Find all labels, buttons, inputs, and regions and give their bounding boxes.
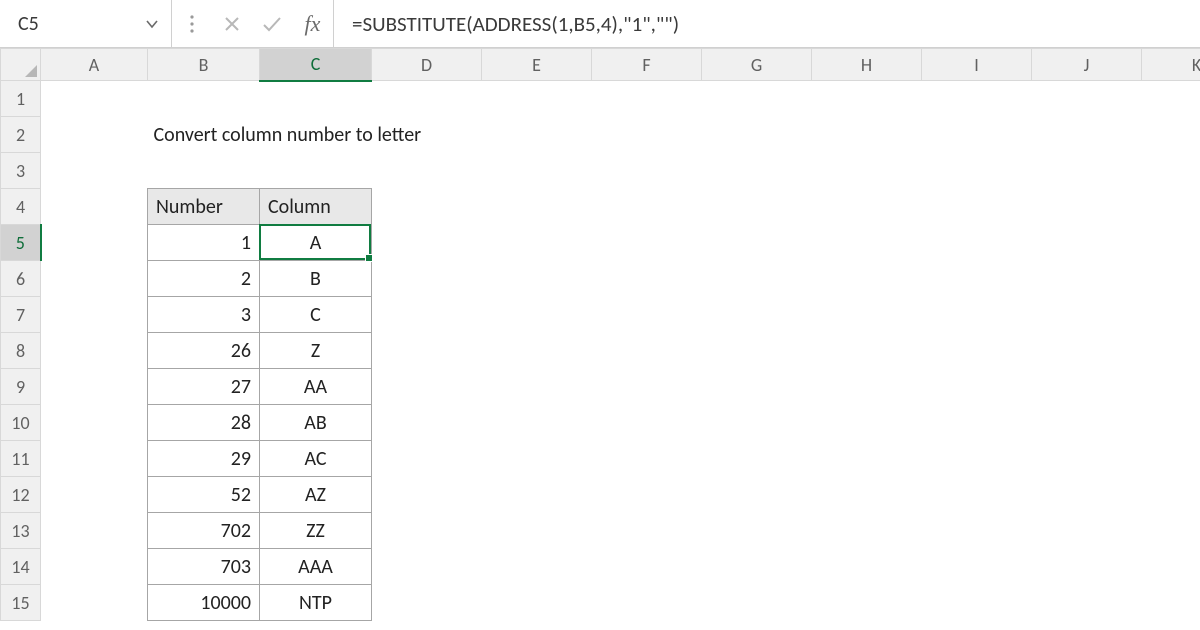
name-box-value: C5: [18, 12, 143, 36]
table-row[interactable]: Z: [260, 333, 372, 369]
col-hdr-C[interactable]: C: [260, 49, 372, 81]
table-row[interactable]: B: [260, 261, 372, 297]
cell[interactable]: [592, 117, 1200, 153]
active-cell[interactable]: A: [260, 225, 372, 261]
cell[interactable]: [41, 117, 148, 153]
spreadsheet-grid[interactable]: A B C D E F G H I J K 1 2 Convert column: [0, 48, 1200, 621]
name-box[interactable]: C5: [0, 0, 172, 47]
table-row[interactable]: AB: [260, 405, 372, 441]
table-row[interactable]: 3: [148, 297, 260, 333]
cell[interactable]: [41, 297, 148, 333]
cell[interactable]: [372, 549, 1200, 585]
table-row[interactable]: 26: [148, 333, 260, 369]
formula-text: =SUBSTITUTE(ADDRESS(1,B5,4),"1",""): [352, 11, 679, 37]
cell[interactable]: [41, 441, 148, 477]
row-hdr-2[interactable]: 2: [1, 117, 41, 153]
row-hdr-13[interactable]: 13: [1, 513, 41, 549]
cell[interactable]: [372, 369, 1200, 405]
table-row[interactable]: AA: [260, 369, 372, 405]
col-hdr-A[interactable]: A: [41, 49, 148, 81]
row-hdr-8[interactable]: 8: [1, 333, 41, 369]
table-row[interactable]: 10000: [148, 585, 260, 621]
more-icon[interactable]: [172, 0, 212, 47]
cell[interactable]: [41, 585, 148, 621]
column-header-row: A B C D E F G H I J K: [1, 49, 1200, 81]
cell[interactable]: [41, 333, 148, 369]
row-hdr-7[interactable]: 7: [1, 297, 41, 333]
table-row[interactable]: 52: [148, 477, 260, 513]
cell[interactable]: [372, 477, 1200, 513]
col-hdr-K[interactable]: K: [1142, 49, 1200, 81]
cell[interactable]: [41, 225, 148, 261]
col-hdr-B[interactable]: B: [148, 49, 260, 81]
table-row[interactable]: 27: [148, 369, 260, 405]
row-hdr-1[interactable]: 1: [1, 81, 41, 117]
row-hdr-3[interactable]: 3: [1, 153, 41, 189]
cell[interactable]: [372, 189, 1200, 225]
cancel-icon[interactable]: [212, 0, 252, 47]
cell[interactable]: [41, 153, 1200, 189]
table-row[interactable]: 702: [148, 513, 260, 549]
formula-bar: C5 fx =SUBSTITUTE(ADDRESS(1,B5,4),"1",""…: [0, 0, 1200, 48]
row-hdr-12[interactable]: 12: [1, 477, 41, 513]
cell[interactable]: [372, 513, 1200, 549]
cell[interactable]: [372, 297, 1200, 333]
table-row[interactable]: C: [260, 297, 372, 333]
col-hdr-I[interactable]: I: [922, 49, 1032, 81]
table-row[interactable]: 703: [148, 549, 260, 585]
row-hdr-4[interactable]: 4: [1, 189, 41, 225]
cell[interactable]: [372, 441, 1200, 477]
col-hdr-J[interactable]: J: [1032, 49, 1142, 81]
row-hdr-15[interactable]: 15: [1, 585, 41, 621]
table-row[interactable]: ZZ: [260, 513, 372, 549]
cell[interactable]: [41, 549, 148, 585]
table-row[interactable]: AAA: [260, 549, 372, 585]
page-title[interactable]: Convert column number to letter: [148, 117, 592, 153]
insert-function-button[interactable]: fx: [292, 0, 334, 47]
col-hdr-F[interactable]: F: [592, 49, 702, 81]
row-hdr-9[interactable]: 9: [1, 369, 41, 405]
row-hdr-14[interactable]: 14: [1, 549, 41, 585]
table-header-column[interactable]: Column: [260, 189, 372, 225]
table-row[interactable]: 28: [148, 405, 260, 441]
cell[interactable]: [41, 261, 148, 297]
chevron-down-icon[interactable]: [143, 15, 161, 33]
table-row[interactable]: 1: [148, 225, 260, 261]
table-header-number[interactable]: Number: [148, 189, 260, 225]
col-hdr-G[interactable]: G: [702, 49, 812, 81]
row-hdr-6[interactable]: 6: [1, 261, 41, 297]
table-row[interactable]: NTP: [260, 585, 372, 621]
cell[interactable]: [372, 405, 1200, 441]
formula-input[interactable]: =SUBSTITUTE(ADDRESS(1,B5,4),"1",""): [334, 0, 1200, 47]
cell[interactable]: [41, 369, 148, 405]
table-row[interactable]: AC: [260, 441, 372, 477]
col-hdr-D[interactable]: D: [372, 49, 482, 81]
cell[interactable]: [41, 189, 148, 225]
row-hdr-11[interactable]: 11: [1, 441, 41, 477]
cell[interactable]: [372, 225, 1200, 261]
cell[interactable]: [372, 333, 1200, 369]
enter-icon[interactable]: [252, 0, 292, 47]
row-hdr-10[interactable]: 10: [1, 405, 41, 441]
cell[interactable]: [372, 585, 1200, 621]
table-row[interactable]: 2: [148, 261, 260, 297]
table-row[interactable]: AZ: [260, 477, 372, 513]
cell[interactable]: [41, 405, 148, 441]
col-hdr-H[interactable]: H: [812, 49, 922, 81]
select-all-corner[interactable]: [1, 49, 41, 81]
row-hdr-5[interactable]: 5: [1, 225, 41, 261]
cell[interactable]: [41, 513, 148, 549]
table-row[interactable]: 29: [148, 441, 260, 477]
cell[interactable]: [372, 261, 1200, 297]
cell[interactable]: [41, 477, 148, 513]
col-hdr-E[interactable]: E: [482, 49, 592, 81]
cell[interactable]: [41, 81, 1200, 117]
